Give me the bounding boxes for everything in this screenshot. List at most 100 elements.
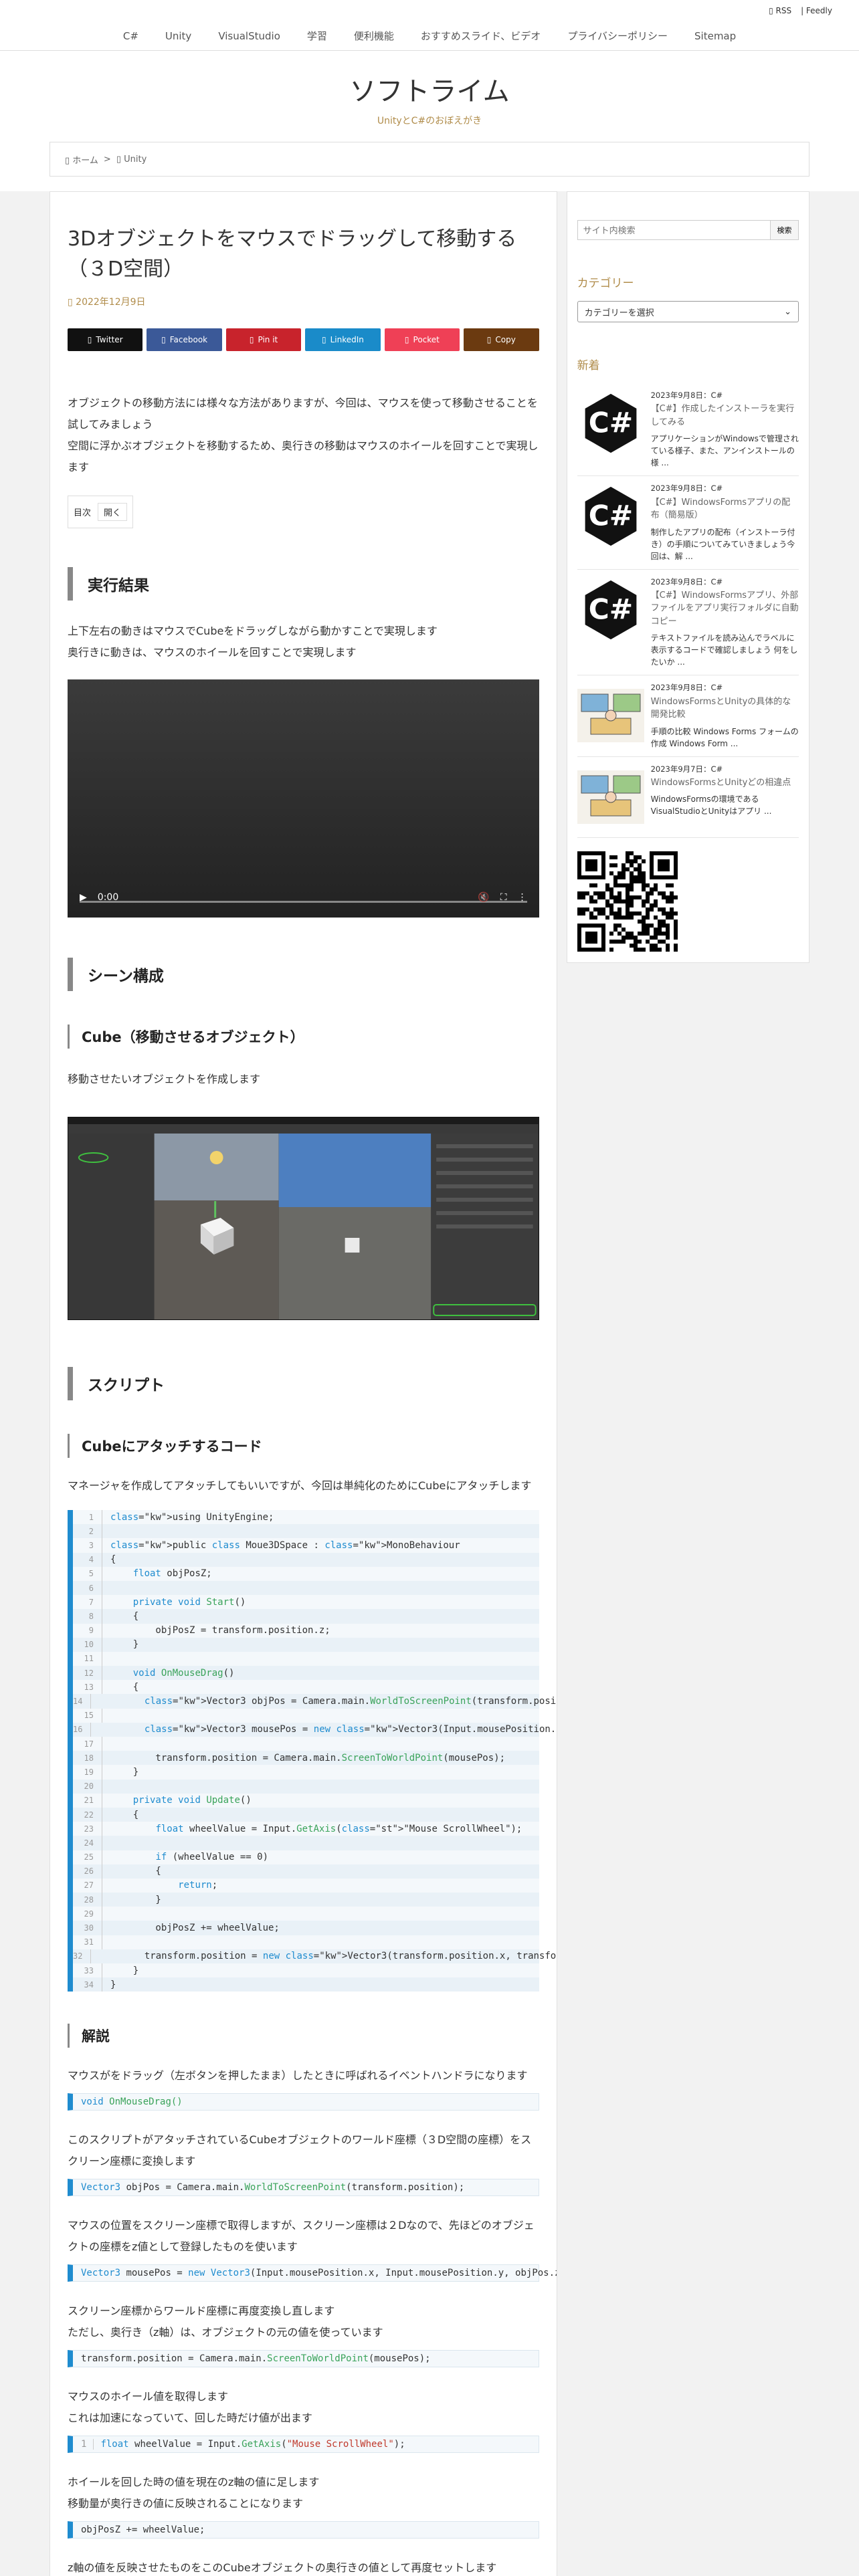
heading-result: 実行結果	[68, 567, 539, 601]
rss-link[interactable]: ▯ RSS	[769, 6, 791, 15]
code-text: }	[110, 1965, 139, 1976]
line-number: 5	[73, 1566, 102, 1581]
csharp-logo-icon[interactable]: C#	[577, 483, 644, 550]
post-title[interactable]: WindowsFormsとUnityの具体的な開発比較	[651, 695, 799, 722]
code-snippet-5: 1 float wheelValue = Input. GetAxis("Mouse…	[68, 2436, 539, 2454]
share-facebook-button[interactable]: ▯ Facebook	[147, 328, 222, 351]
intro-text-2: 空間に浮かぶオブジェクトを移動するため、奥行きの移動はマウスのホイールを回すこと…	[68, 439, 539, 473]
nav-item-tips[interactable]: 便利機能	[354, 29, 394, 43]
explain-text-5a: マウスのホイール値を取得します	[68, 2390, 229, 2403]
search-button[interactable]: 検索	[770, 221, 798, 239]
heading-explain: 解説	[68, 2024, 539, 2048]
explain-text-4a: スクリーン座標からワールド座標に再度変換し直します	[68, 2304, 335, 2318]
nav-item-slides[interactable]: おすすめスライド、ビデオ	[421, 29, 541, 43]
line-number: 11	[73, 1651, 102, 1667]
code-line: 20	[73, 1779, 539, 1794]
top-utility-bar: ▯ RSS | Feedly	[0, 0, 859, 21]
share-twitter-button[interactable]: ▯ Twitter	[68, 328, 143, 351]
illustration-thumbnail[interactable]	[577, 682, 644, 749]
svg-text:C#: C#	[588, 406, 632, 439]
breadcrumb-home[interactable]: ▯ ホーム	[65, 153, 98, 166]
code-snippet-3: Vector3 mousePos = new Vector3 (Input.mou…	[68, 2264, 557, 2282]
line-number: 7	[73, 1595, 102, 1610]
code-line: 14 class="kw">Vector3 objPos = Camera.ma…	[73, 1694, 557, 1709]
line-number: 31	[73, 1935, 102, 1949]
csharp-logo-icon[interactable]: C#	[577, 390, 644, 457]
share-buttons: ▯ Twitter ▯ Facebook ▯ Pin it ▯ LinkedIn…	[68, 328, 539, 351]
code-text: transform.position = Camera.main.ScreenT…	[110, 1752, 506, 1763]
post-title[interactable]: 【C#】WindowsFormsアプリ、外部ファイルをアプリ実行フォルダに自動コ…	[651, 589, 799, 629]
code-line: 8 {	[73, 1609, 539, 1624]
code-line: 21 private void Update()	[73, 1793, 539, 1808]
post-title[interactable]: 【C#】作成したインストーラを実行してみる	[651, 403, 799, 429]
new-posts-title: 新着	[577, 359, 600, 372]
code-line: 24	[73, 1836, 539, 1850]
share-pinit-button[interactable]: ▯ Pin it	[225, 328, 302, 351]
code-text: transform.position = new class="kw">Vect…	[99, 1951, 557, 1962]
code-line: 23 float wheelValue = Input.GetAxis(clas…	[73, 1822, 539, 1836]
line-number: 12	[73, 1666, 102, 1681]
sidebar-post[interactable]: 2023年9月7日：C# WindowsFormsとUnityどの相違点 Windo…	[577, 757, 799, 838]
line-number: 13	[73, 1680, 102, 1695]
category-select-value: カテゴリーを選択	[584, 308, 654, 318]
toc-label: 目次	[74, 508, 92, 518]
share-pocket-button[interactable]: ▯ Pocket	[384, 328, 460, 351]
code-line: 9 objPosZ = transform.position.z;	[73, 1623, 539, 1638]
share-linkedin-button[interactable]: ▯ LinkedIn	[305, 328, 381, 351]
nav-item-privacy[interactable]: プライバシーポリシー	[567, 29, 668, 43]
search-input[interactable]	[577, 221, 770, 239]
post-date: ▯ 2022年12月9日	[68, 297, 146, 308]
code-text: class="kw">Vector3 mousePos = new class=…	[144, 1724, 557, 1735]
video-player[interactable]: ▶ 0:00 🔇 ⛶ ⋮	[68, 679, 539, 918]
code-text: {	[110, 1610, 139, 1622]
line-number: 3	[73, 1538, 102, 1553]
more-options-icon[interactable]: ⋮	[518, 892, 527, 903]
code-text: {	[110, 1866, 161, 1877]
post-title[interactable]: 【C#】WindowsFormsアプリの配布（簡易版）	[651, 496, 799, 522]
breadcrumb-category[interactable]: ▯ Unity	[116, 154, 147, 165]
line-number: 19	[73, 1765, 102, 1780]
line-number: 2	[73, 1524, 102, 1539]
csharp-logo-icon[interactable]: C#	[577, 576, 644, 643]
code-line: 30 objPosZ += wheelValue;	[73, 1921, 539, 1935]
nav-item-sitemap[interactable]: Sitemap	[694, 30, 736, 42]
code-text: class="kw">using UnityEngine;	[110, 1511, 274, 1523]
line-number: 25	[73, 1850, 102, 1864]
fullscreen-icon[interactable]: ⛶	[500, 892, 507, 903]
illustration-thumbnail[interactable]	[577, 764, 644, 831]
breadcrumb: ▯ ホーム > ▯ Unity	[50, 142, 809, 177]
explain-text-3: マウスの位置をスクリーン座標で取得しますが、スクリーン座標は２Dなので、先ほどの…	[68, 2219, 535, 2254]
post-excerpt: 手順の比較 Windows Forms フォームの作成 Windows Form…	[650, 726, 799, 748]
snippet-line-number: 1	[81, 2439, 94, 2450]
sidebar-post[interactable]: C# 2023年9月8日：C# 【C#】WindowsFormsアプリの配布（簡易版…	[577, 476, 799, 570]
post-meta: 2023年9月8日：C#	[650, 484, 723, 494]
svg-text:C#: C#	[588, 593, 632, 625]
share-copy-button[interactable]: ▯ Copy	[464, 328, 539, 351]
sidebar-post[interactable]: C# 2023年9月8日：C# 【C#】WindowsFormsアプリ、外部ファイル…	[577, 570, 799, 676]
line-number: 34	[73, 1977, 102, 1992]
line-number: 14	[73, 1694, 92, 1709]
mute-icon[interactable]: 🔇	[478, 892, 489, 903]
sidebar-post[interactable]: 2023年9月8日：C# WindowsFormsとUnityの具体的な開発比較手…	[577, 675, 799, 757]
nav-item-visualstudio[interactable]: VisualStudio	[218, 30, 280, 42]
line-number: 10	[73, 1637, 102, 1652]
nav-item-csharp[interactable]: C#	[123, 30, 138, 42]
site-title[interactable]: ソフトライム	[0, 70, 859, 108]
play-icon[interactable]: ▶	[80, 892, 87, 903]
post-title[interactable]: WindowsFormsとUnityどの相違点	[651, 776, 799, 790]
nav-item-unity[interactable]: Unity	[165, 30, 191, 42]
code-line: 15	[73, 1708, 539, 1723]
feedly-link[interactable]: | Feedly	[801, 6, 832, 15]
line-number: 32	[73, 1949, 92, 1963]
sidebar-post[interactable]: C# 2023年9月8日：C# 【C#】作成したインストーラを実行してみる アプリケー…	[577, 383, 799, 477]
heading-script: スクリプト	[68, 1367, 539, 1400]
code-line: 17	[73, 1737, 539, 1751]
code-text: }	[110, 1979, 116, 1990]
code-text: {	[110, 1809, 139, 1820]
nav-item-study[interactable]: 学習	[307, 29, 327, 43]
post-excerpt: 制作したアプリの配布（インストーラ付き）の手順についてみていきましょう今回は、解…	[650, 527, 795, 561]
line-number: 24	[73, 1836, 102, 1850]
category-select[interactable]: カテゴリーを選択 ⌄	[577, 301, 799, 322]
line-number: 20	[73, 1779, 102, 1794]
toc-open-button[interactable]: 開く	[98, 503, 128, 521]
